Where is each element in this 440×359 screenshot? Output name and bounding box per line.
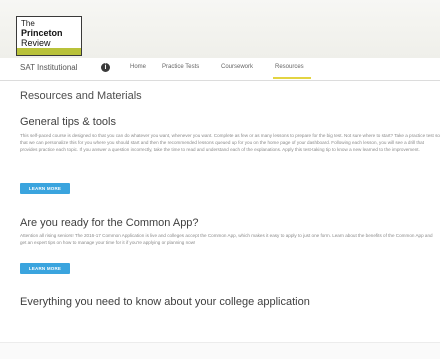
section-body-general-tips: This self-paced course is designed so th…	[20, 133, 440, 152]
logo-line-3: Review	[21, 38, 51, 48]
nav-link-resources[interactable]: Resources	[275, 64, 304, 70]
nav-link-practice-tests[interactable]: Practice Tests	[162, 64, 199, 70]
page-frame: The Princeton Review SAT Institutional i…	[0, 0, 440, 359]
course-title: SAT Institutional	[20, 63, 78, 72]
logo-stripe	[17, 48, 81, 55]
section-title-common-app: Are you ready for the Common App?	[20, 217, 199, 229]
logo-line-1: The	[21, 19, 35, 28]
logo-line-2: Princeton	[21, 28, 63, 38]
brand-header: The Princeton Review	[0, 0, 440, 59]
nav-link-home[interactable]: Home	[130, 64, 146, 70]
learn-more-button[interactable]: LEARN MORE	[20, 263, 70, 274]
learn-more-button[interactable]: LEARN MORE	[20, 183, 70, 194]
princeton-review-logo[interactable]: The Princeton Review	[16, 16, 82, 56]
top-nav: SAT Institutional i Home Practice Tests …	[0, 58, 440, 81]
section-title-college-application[interactable]: Everything you need to know about your c…	[20, 296, 310, 308]
section-body-common-app: Attention all rising seniors! The 2016-1…	[20, 233, 433, 245]
info-icon[interactable]: i	[101, 63, 110, 72]
footer-area	[0, 343, 440, 359]
section-title-general-tips: General tips & tools	[20, 116, 116, 128]
page-title: Resources and Materials	[20, 90, 142, 102]
nav-link-coursework[interactable]: Coursework	[221, 64, 253, 70]
active-tab-indicator	[273, 77, 311, 79]
